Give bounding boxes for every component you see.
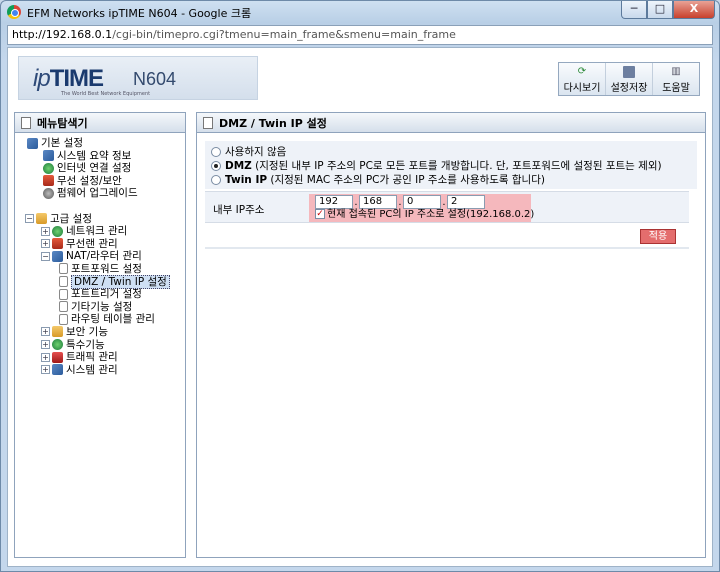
traffic-icon: [52, 351, 63, 363]
tree-basic-settings[interactable]: 기본 설정: [19, 137, 185, 150]
ip-octet-1[interactable]: 192: [315, 195, 353, 209]
radio-twin-ip[interactable]: [211, 175, 221, 185]
tree-item-wireless-lan[interactable]: + 무선랜 관리: [19, 238, 185, 251]
internal-ip-row: 내부 IP주소 192. 168. 0. 2 ✓ 현재 접속된 PC의 IP 주소…: [205, 191, 689, 223]
window-title: EFM Networks ipTIME N604 - Google 크롬: [27, 7, 252, 20]
logo-model: N604: [133, 69, 177, 89]
tree-item-dmz-twinip[interactable]: DMZ / Twin IP 설정: [19, 274, 185, 289]
menu-tree: 기본 설정 시스템 요약 정보 인터넷 연결 설정 무선 설정/보안 펌웨어 업…: [15, 133, 185, 376]
document-icon: [203, 116, 213, 129]
tree-item-network[interactable]: + 네트워크 관리: [19, 225, 185, 238]
tree-item-special[interactable]: + 특수기능: [19, 339, 185, 352]
ip-octet-3[interactable]: 0: [403, 195, 441, 209]
tree-item-wireless-security[interactable]: 무선 설정/보안: [19, 175, 185, 188]
maximize-button[interactable]: □: [647, 1, 673, 19]
system-icon: [52, 364, 63, 376]
content-panel: DMZ / Twin IP 설정 사용하지 않음 DMZ (지정된 내부 IP …: [196, 112, 706, 558]
ip-address-fields: 192. 168. 0. 2: [315, 195, 485, 209]
network-icon: [52, 225, 63, 237]
router-icon: [52, 250, 63, 262]
header: ipTIME N604 The World Best Network Equip…: [8, 48, 712, 106]
address-path: /cgi-bin/timepro.cgi?tmenu=main_frame&sm…: [112, 28, 456, 41]
help-icon: ▥: [671, 66, 681, 77]
save-settings-button[interactable]: 설정저장: [606, 63, 653, 95]
help-button[interactable]: ▥ 도움말: [653, 63, 699, 95]
special-icon: [52, 339, 63, 350]
menu-panel-header: 메뉴탐색기: [15, 113, 185, 133]
minimize-button[interactable]: ─: [621, 1, 647, 19]
mode-options: 사용하지 않음 DMZ (지정된 내부 IP 주소의 PC로 모든 포트를 개방…: [205, 141, 697, 189]
page-icon: [59, 301, 68, 313]
expand-icon[interactable]: +: [41, 340, 50, 349]
page-icon: [59, 263, 68, 275]
gear-icon: [43, 187, 54, 199]
tree-item-security[interactable]: + 보안 기능: [19, 326, 185, 339]
tree-item-traffic[interactable]: + 트래픽 관리: [19, 351, 185, 364]
option-twin-ip[interactable]: Twin IP (지정된 MAC 주소의 PC가 공인 IP 주소를 사용하도록…: [211, 173, 691, 187]
globe-icon: [43, 162, 54, 174]
tree-item-system[interactable]: + 시스템 관리: [19, 364, 185, 377]
window-controls: ─ □ X: [621, 1, 715, 19]
use-current-pc-checkbox[interactable]: ✓ 현재 접속된 PC의 IP 주소로 설정(192.168.0.2): [315, 209, 534, 221]
folder-icon: [36, 213, 47, 225]
browser-window: EFM Networks ipTIME N604 - Google 크롬 ─ □…: [0, 0, 720, 572]
checkbox-icon[interactable]: ✓: [315, 209, 325, 219]
option-disabled[interactable]: 사용하지 않음: [211, 145, 691, 159]
tree-advanced-settings[interactable]: − 고급 설정: [19, 213, 185, 226]
address-bar[interactable]: http://192.168.0.1/cgi-bin/timepro.cgi?t…: [7, 25, 713, 45]
wireless-icon: [52, 238, 63, 250]
tree-item-firmware-upgrade[interactable]: 펌웨어 업그레이드: [19, 187, 185, 200]
page-icon: [59, 276, 68, 288]
lock-icon: [52, 326, 63, 338]
tree-item-system-summary[interactable]: 시스템 요약 정보: [19, 150, 185, 163]
monitor-icon: [43, 150, 54, 162]
page-icon: [59, 288, 68, 300]
ip-octet-4[interactable]: 2: [447, 195, 485, 209]
ip-octet-2[interactable]: 168: [359, 195, 397, 209]
close-button[interactable]: X: [673, 1, 715, 19]
content-panel-header: DMZ / Twin IP 설정: [197, 113, 705, 133]
address-host: http://192.168.0.1: [12, 28, 113, 41]
tree-item-port-forward[interactable]: 포트포워드 설정: [19, 263, 185, 276]
page-icon: [59, 313, 68, 325]
tree-item-routing-table[interactable]: 라우팅 테이블 관리: [19, 313, 185, 326]
radio-disabled[interactable]: [211, 147, 221, 157]
option-dmz[interactable]: DMZ (지정된 내부 IP 주소의 PC로 모든 포트를 개방합니다. 단, …: [211, 159, 691, 173]
apply-button[interactable]: 적용: [640, 229, 676, 244]
monitor-icon: [27, 137, 38, 149]
expand-icon[interactable]: +: [41, 352, 50, 362]
expand-icon[interactable]: +: [41, 327, 50, 337]
logo-text: ipTIME: [33, 65, 104, 92]
logo-tagline: The World Best Network Equipment: [61, 91, 151, 97]
radio-dmz[interactable]: [211, 161, 221, 171]
chrome-icon: [7, 5, 21, 19]
iptime-logo: ipTIME N604 The World Best Network Equip…: [18, 56, 258, 100]
internal-ip-label: 내부 IP주소: [213, 204, 265, 216]
expand-icon[interactable]: +: [41, 365, 50, 375]
collapse-icon[interactable]: −: [25, 214, 34, 224]
refresh-icon: ⟳: [577, 66, 587, 77]
router-admin-frame: ipTIME N604 The World Best Network Equip…: [7, 47, 713, 567]
reload-button[interactable]: ⟳ 다시보기: [559, 63, 606, 95]
top-button-group: ⟳ 다시보기 설정저장 ▥ 도움말: [558, 62, 700, 96]
title-bar: EFM Networks ipTIME N604 - Google 크롬 ─ □…: [1, 1, 719, 23]
divider: [205, 247, 689, 249]
collapse-icon[interactable]: −: [41, 251, 50, 261]
expand-icon[interactable]: +: [41, 239, 50, 249]
tree-item-port-trigger[interactable]: 포트트리거 설정: [19, 288, 185, 301]
wireless-icon: [43, 175, 54, 187]
tree-item-nat-router[interactable]: − NAT/라우터 관리: [19, 250, 185, 263]
expand-icon[interactable]: +: [41, 226, 50, 236]
tree-item-internet-setup[interactable]: 인터넷 연결 설정: [19, 162, 185, 175]
tree-item-misc[interactable]: 기타기능 설정: [19, 301, 185, 314]
save-icon: [623, 66, 635, 78]
document-icon: [21, 116, 31, 129]
menu-panel: 메뉴탐색기 기본 설정 시스템 요약 정보 인터넷 연결 설정 무선 설정/보안…: [14, 112, 186, 558]
page-title: DMZ / Twin IP 설정: [219, 116, 327, 130]
